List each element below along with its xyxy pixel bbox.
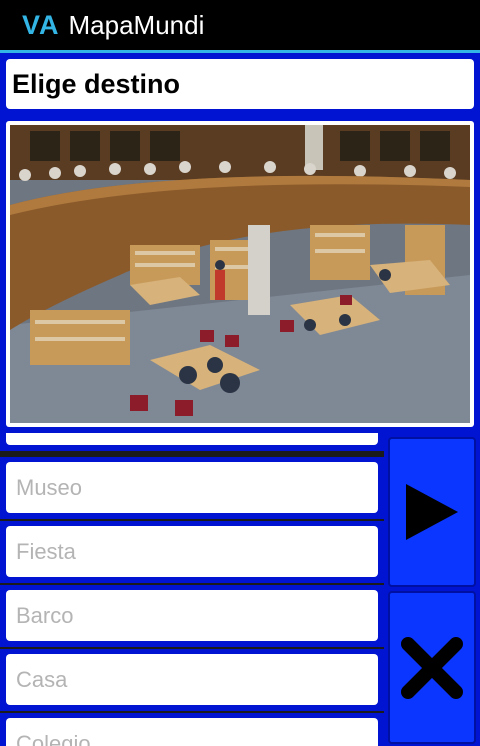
destination-field-casa[interactable]: Casa [6,654,378,705]
library-photo [10,125,470,423]
destination-field[interactable] [6,433,378,445]
app-title: MapaMundi [68,9,205,40]
list-item: Colegio [0,713,384,746]
destination-field-fiesta[interactable]: Fiesta [6,526,378,577]
destination-field-barco[interactable]: Barco [6,590,378,641]
action-bar: VA MapaMundi [0,0,480,50]
list-item: Barco [0,585,384,647]
list-item [0,433,384,451]
image-panel [0,115,480,433]
close-button[interactable] [388,591,476,744]
destination-field-colegio[interactable]: Colegio [6,718,378,746]
list-item: Casa [0,649,384,711]
image-frame [6,121,474,427]
list-item: Fiesta [0,521,384,583]
destination-list[interactable]: Museo Fiesta Barco Casa Colegio [0,433,384,746]
list-item: Museo [0,457,384,519]
title-panel: Elige destino [0,53,480,115]
app-logo[interactable]: VA [22,10,60,41]
close-icon [401,636,463,699]
destination-field-museo[interactable]: Museo [6,462,378,513]
play-button[interactable] [388,437,476,587]
play-icon [406,484,458,540]
page-title: Elige destino [6,59,474,109]
side-panel [384,433,480,746]
